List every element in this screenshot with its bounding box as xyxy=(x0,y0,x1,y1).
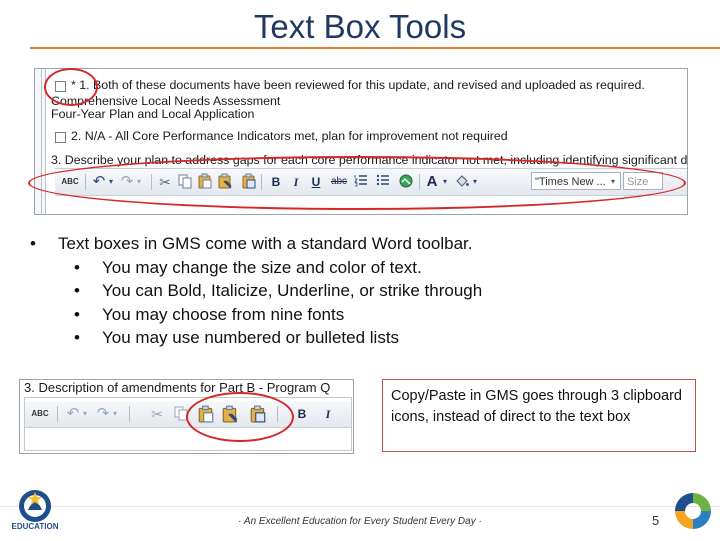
checkbox-highlight-ellipse xyxy=(44,68,98,106)
q1-text: * 1. Both of these documents have been r… xyxy=(71,78,645,92)
frame-border-line xyxy=(41,69,42,214)
q3-amendments-text: 3. Description of amendments for Part B … xyxy=(24,380,331,395)
bullet-sub-text: You may change the size and color of tex… xyxy=(102,257,422,277)
spellcheck-button[interactable]: ABC xyxy=(31,405,49,423)
italic-button[interactable]: I xyxy=(321,405,335,423)
bullet-sub: • You may use numbered or bulleted lists xyxy=(30,326,482,350)
clipboard-callout: Copy/Paste in GMS goes through 3 clipboa… xyxy=(382,379,696,452)
bold-button[interactable]: B xyxy=(295,405,309,423)
bullet-dot: • xyxy=(74,328,80,347)
toolbar-separator xyxy=(129,406,130,422)
footer-divider xyxy=(0,506,720,507)
brand-logo xyxy=(672,490,714,532)
q2-checkbox[interactable] xyxy=(55,132,66,143)
redo-button[interactable]: ↷ xyxy=(95,405,111,423)
title-divider xyxy=(30,47,720,49)
bullet-sub-text: You may choose from nine fonts xyxy=(102,304,345,324)
education-logo: EDUCATION xyxy=(8,486,62,536)
bullet-main-text: Text boxes in GMS come with a standard W… xyxy=(58,234,473,253)
bullet-dot: • xyxy=(74,304,80,324)
footer-tagline: · An Excellent Education for Every Stude… xyxy=(238,516,482,527)
bullet-dot: • xyxy=(74,281,80,300)
bullet-sub: • You can Bold, Italicize, Underline, or … xyxy=(30,279,482,303)
undo-dropdown-icon[interactable]: ▾ xyxy=(81,405,89,423)
bullet-sub: • You may choose from nine fonts xyxy=(30,303,482,327)
clipboard-icons-highlight-ellipse xyxy=(186,392,294,442)
redo-dropdown-icon[interactable]: ▾ xyxy=(111,405,119,423)
bullet-dot: • xyxy=(74,257,80,277)
logo-text: EDUCATION xyxy=(11,522,59,531)
undo-button[interactable]: ↶ xyxy=(65,405,81,423)
circular-swirl-logo-icon xyxy=(675,493,711,529)
page-number: 5 xyxy=(652,513,660,528)
cut-button[interactable]: ✂ xyxy=(149,405,165,423)
q2-text: 2. N/A - All Core Performance Indicators… xyxy=(71,129,508,143)
q1-line-3: Four-Year Plan and Local Application xyxy=(51,107,255,121)
bullet-list: • Text boxes in GMS come with a standard … xyxy=(30,232,482,350)
bullet-main: • Text boxes in GMS come with a standard … xyxy=(30,232,482,256)
toolbar-separator xyxy=(57,406,58,422)
bullet-dot: • xyxy=(30,234,36,253)
slide-title: Text Box Tools xyxy=(253,8,467,45)
bullet-sub-text: You can Bold, Italicize, Underline, or s… xyxy=(102,281,483,300)
toolbar-highlight-ellipse xyxy=(28,156,686,210)
bullet-sub: • You may change the size and color of te… xyxy=(30,256,482,280)
bullet-sub-text: You may use numbered or bulleted lists xyxy=(102,328,400,347)
